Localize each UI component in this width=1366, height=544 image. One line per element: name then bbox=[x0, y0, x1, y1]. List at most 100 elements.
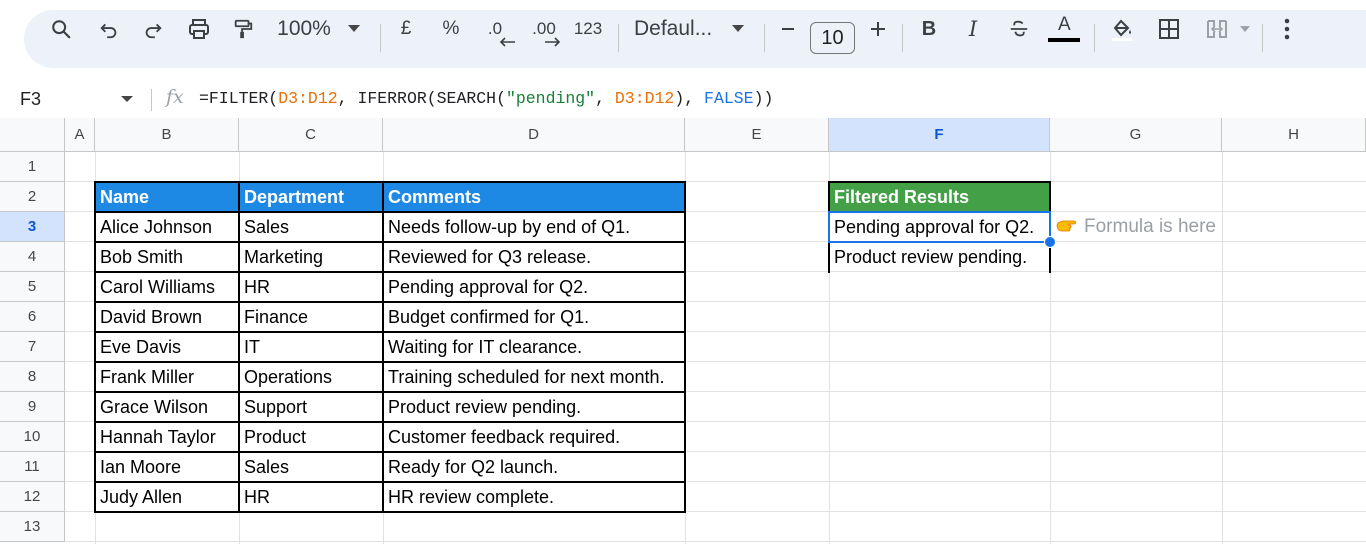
table-cell[interactable]: HR bbox=[239, 272, 383, 302]
table-cell[interactable]: Customer feedback required. bbox=[383, 422, 685, 452]
row-header-5[interactable]: 5 bbox=[0, 272, 65, 302]
table-cell[interactable]: Carol Williams bbox=[95, 272, 239, 302]
table-cell[interactable]: Needs follow-up by end of Q1. bbox=[383, 212, 685, 242]
undo-icon[interactable] bbox=[94, 0, 124, 58]
column-header-g[interactable]: G bbox=[1050, 118, 1222, 152]
print-icon[interactable] bbox=[184, 0, 214, 58]
row-header-12[interactable]: 12 bbox=[0, 482, 65, 512]
table-cell[interactable]: Sales bbox=[239, 452, 383, 482]
redo-icon[interactable] bbox=[138, 0, 168, 58]
table-border bbox=[684, 181, 686, 513]
decrease-decimal-label: .0 bbox=[487, 19, 503, 38]
table-cell[interactable]: Frank Miller bbox=[95, 362, 239, 392]
table-cell[interactable]: Judy Allen bbox=[95, 482, 239, 512]
row-header-13[interactable]: 13 bbox=[0, 512, 65, 542]
filtered-results-header[interactable]: Filtered Results bbox=[829, 182, 1050, 212]
strikethrough-icon[interactable] bbox=[1004, 0, 1034, 58]
table-border bbox=[94, 301, 686, 303]
text-color-button[interactable]: A bbox=[1046, 0, 1082, 58]
table-cell[interactable]: Ready for Q2 launch. bbox=[383, 452, 685, 482]
table-header-department[interactable]: Department bbox=[239, 182, 383, 212]
currency-format-button[interactable]: £ bbox=[392, 0, 420, 58]
table-cell[interactable]: Reviewed for Q3 release. bbox=[383, 242, 685, 272]
borders-icon[interactable] bbox=[1154, 0, 1184, 58]
fill-color-icon[interactable] bbox=[1106, 0, 1138, 58]
column-header-c[interactable]: C bbox=[239, 118, 383, 152]
column-header-a[interactable]: A bbox=[65, 118, 95, 152]
table-cell[interactable]: Grace Wilson bbox=[95, 392, 239, 422]
table-cell[interactable]: Support bbox=[239, 392, 383, 422]
table-cell[interactable]: Operations bbox=[239, 362, 383, 392]
table-cell[interactable]: Bob Smith bbox=[95, 242, 239, 272]
table-cell[interactable]: Finance bbox=[239, 302, 383, 332]
column-header-e[interactable]: E bbox=[685, 118, 829, 152]
decrease-decimal-button[interactable]: .0 bbox=[478, 0, 515, 58]
font-size-input[interactable]: 10 bbox=[810, 22, 855, 54]
spreadsheet-grid[interactable]: A B C D E F G H 1 2 3 4 5 6 7 8 9 10 11 12 13 Name Department C… bbox=[0, 118, 1366, 544]
select-all-corner[interactable] bbox=[0, 118, 65, 152]
row-header-6[interactable]: 6 bbox=[0, 302, 65, 332]
table-cell[interactable]: Eve Davis bbox=[95, 332, 239, 362]
table-cell[interactable]: HR review complete. bbox=[383, 482, 685, 512]
table-cell[interactable]: Marketing bbox=[239, 242, 383, 272]
row-header-9[interactable]: 9 bbox=[0, 392, 65, 422]
search-icon[interactable] bbox=[46, 0, 76, 58]
row-header-3[interactable]: 3 bbox=[0, 212, 65, 242]
table-cell[interactable]: Sales bbox=[239, 212, 383, 242]
arrow-left-icon bbox=[499, 37, 515, 47]
table-cell[interactable]: Budget confirmed for Q1. bbox=[383, 302, 685, 332]
filtered-result-cell[interactable]: Product review pending. bbox=[829, 242, 1050, 272]
table-cell[interactable]: David Brown bbox=[95, 302, 239, 332]
zoom-dropdown-icon[interactable] bbox=[344, 0, 364, 58]
number-format-button[interactable]: 123 bbox=[570, 0, 606, 58]
more-options-icon[interactable] bbox=[1274, 0, 1300, 58]
row-header-2[interactable]: 2 bbox=[0, 182, 65, 212]
table-border bbox=[94, 421, 686, 423]
table-cell[interactable]: Pending approval for Q2. bbox=[383, 272, 685, 302]
increase-decimal-label: .00 bbox=[532, 19, 556, 38]
increase-font-size-icon[interactable] bbox=[864, 0, 892, 58]
merge-cells-icon[interactable] bbox=[1200, 0, 1234, 58]
bold-button[interactable]: B bbox=[914, 0, 944, 58]
italic-button[interactable]: I bbox=[958, 0, 988, 58]
percent-format-button[interactable]: % bbox=[436, 0, 466, 58]
column-header-b[interactable]: B bbox=[95, 118, 239, 152]
table-header-name[interactable]: Name bbox=[95, 182, 239, 212]
table-cell[interactable]: Hannah Taylor bbox=[95, 422, 239, 452]
column-header-d[interactable]: D bbox=[383, 118, 685, 152]
table-border bbox=[94, 511, 686, 513]
font-dropdown-icon[interactable] bbox=[728, 0, 748, 58]
table-border bbox=[94, 211, 686, 213]
increase-decimal-button[interactable]: .00 bbox=[524, 0, 564, 58]
pointing-hand-icon bbox=[1056, 212, 1076, 242]
row-header-10[interactable]: 10 bbox=[0, 422, 65, 452]
table-cell[interactable]: Alice Johnson bbox=[95, 212, 239, 242]
paint-format-icon[interactable] bbox=[228, 0, 258, 58]
table-cell[interactable]: Product review pending. bbox=[383, 392, 685, 422]
row-header-8[interactable]: 8 bbox=[0, 362, 65, 392]
decrease-font-size-icon[interactable] bbox=[774, 0, 802, 58]
gridline-horizontal bbox=[65, 541, 1366, 542]
table-cell[interactable]: HR bbox=[239, 482, 383, 512]
table-cell[interactable]: Product bbox=[239, 422, 383, 452]
table-cell[interactable]: IT bbox=[239, 332, 383, 362]
formula-token: )) bbox=[753, 89, 774, 108]
table-cell[interactable]: Training scheduled for next month. bbox=[383, 362, 685, 392]
row-header-11[interactable]: 11 bbox=[0, 452, 65, 482]
merge-dropdown-icon[interactable] bbox=[1236, 0, 1254, 58]
table-border bbox=[94, 181, 686, 183]
font-family-select[interactable]: Defaul... bbox=[634, 0, 718, 58]
column-header-f[interactable]: F bbox=[829, 118, 1050, 152]
fill-handle[interactable] bbox=[1044, 236, 1056, 248]
name-box-dropdown-icon[interactable] bbox=[121, 96, 133, 102]
table-cell[interactable]: Ian Moore bbox=[95, 452, 239, 482]
table-header-comments[interactable]: Comments bbox=[383, 182, 685, 212]
table-cell[interactable]: Waiting for IT clearance. bbox=[383, 332, 685, 362]
row-header-7[interactable]: 7 bbox=[0, 332, 65, 362]
zoom-select[interactable]: 100% bbox=[272, 0, 336, 58]
name-box[interactable]: F3 bbox=[20, 80, 41, 118]
row-header-1[interactable]: 1 bbox=[0, 152, 65, 182]
column-header-h[interactable]: H bbox=[1222, 118, 1366, 152]
row-header-4[interactable]: 4 bbox=[0, 242, 65, 272]
formula-input[interactable]: =FILTER(D3:D12, IFERROR(SEARCH("pending"… bbox=[199, 80, 773, 118]
